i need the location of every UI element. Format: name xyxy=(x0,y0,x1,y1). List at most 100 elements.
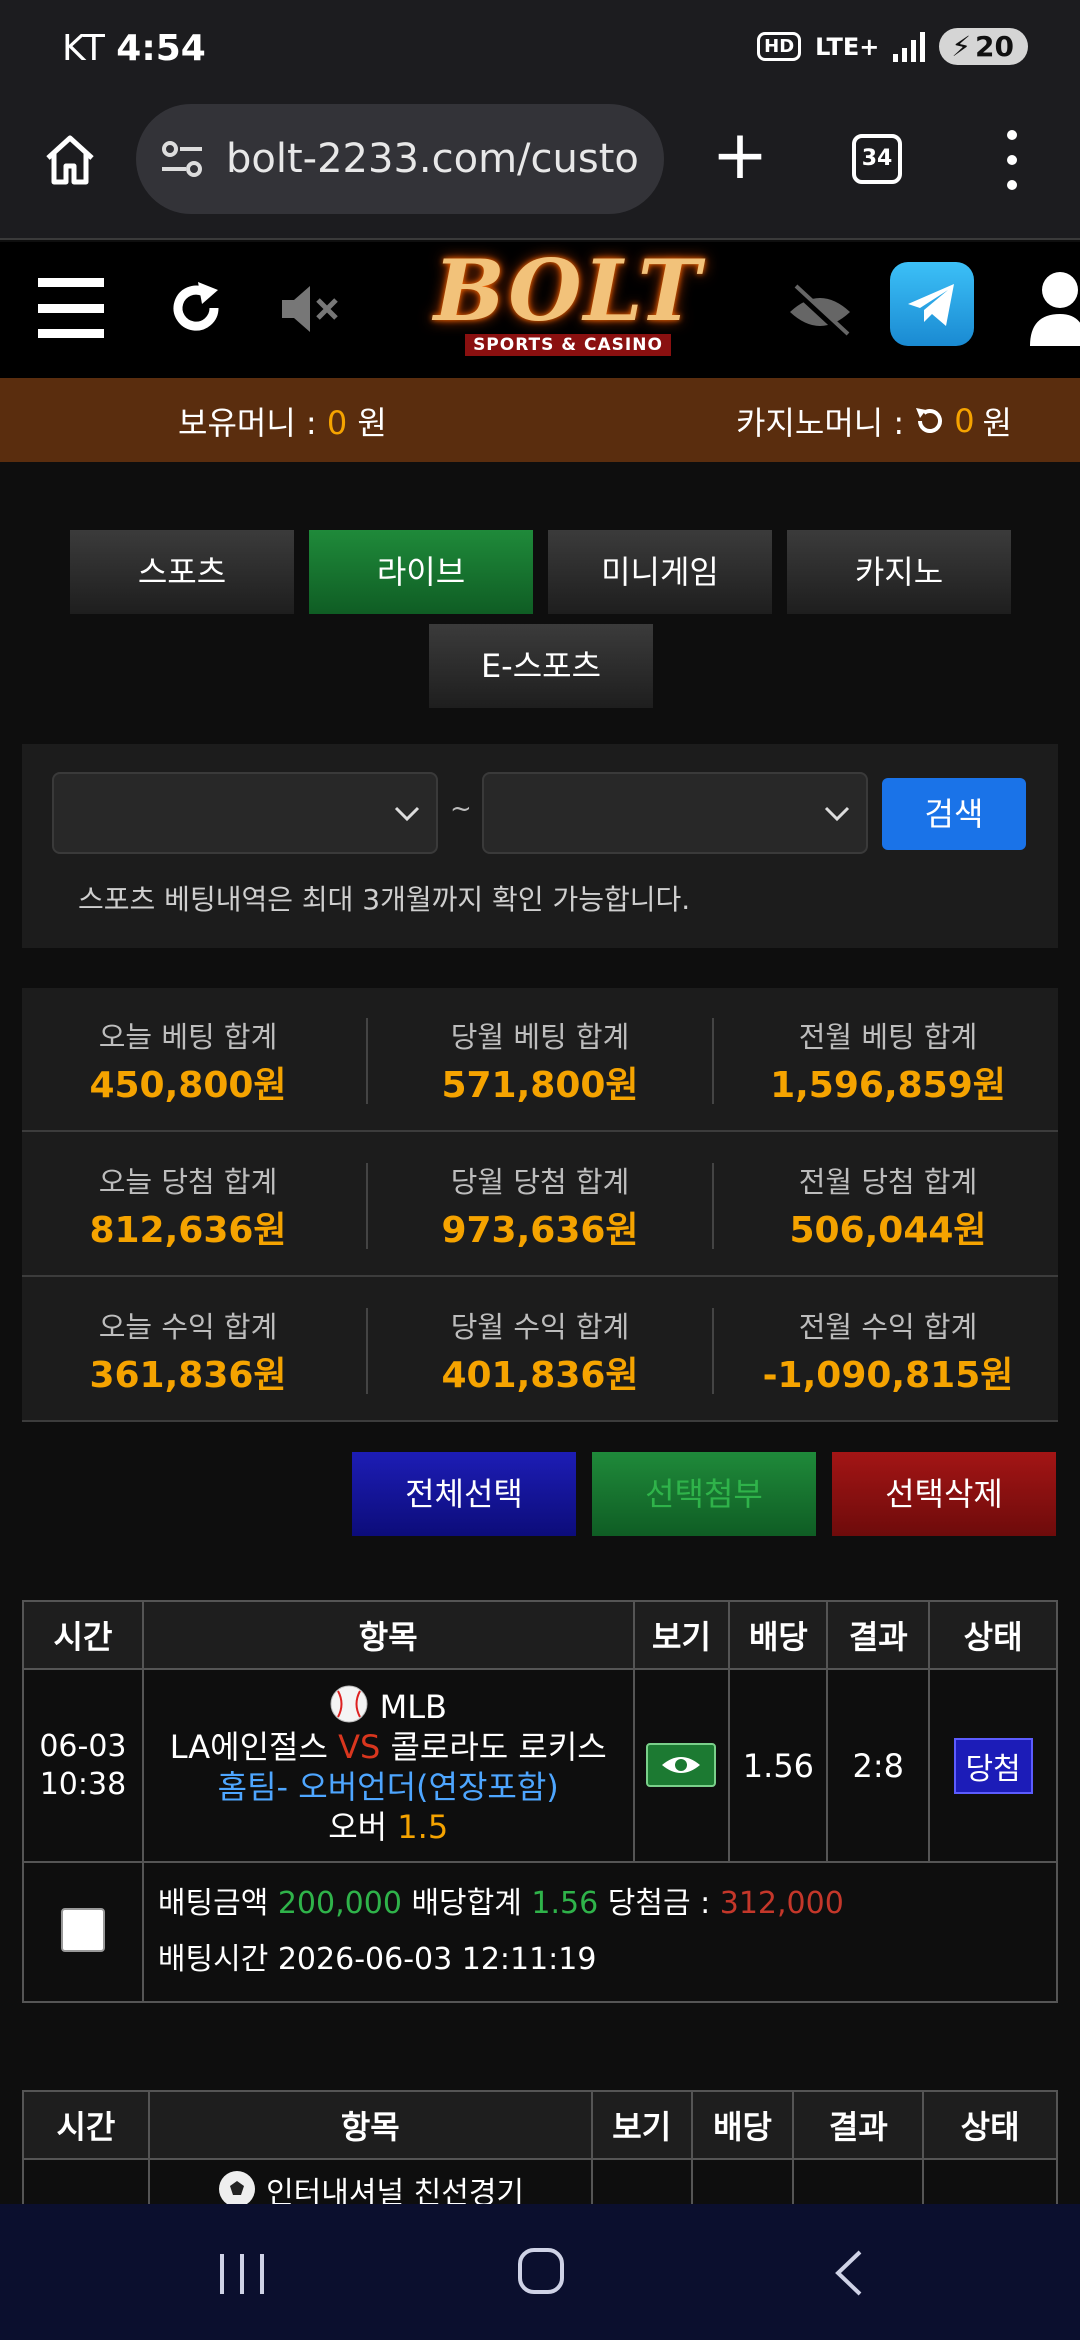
hold-money-label: 보유머니 : xyxy=(178,404,317,442)
chevron-down-icon xyxy=(824,806,850,822)
payout-label: 당첨금 : xyxy=(607,1886,711,1921)
select-all-button[interactable]: 전체선택 xyxy=(352,1452,576,1536)
tab-minigame[interactable]: 미니게임 xyxy=(548,530,772,614)
telegram-icon[interactable] xyxy=(890,262,974,346)
view-button[interactable] xyxy=(646,1742,717,1787)
pick-line-value: 1.5 xyxy=(397,1808,449,1846)
casino-money: 카지노머니 : 0 원 xyxy=(736,398,1012,444)
browser-menu-icon[interactable] xyxy=(1000,130,1024,190)
attach-selected-button[interactable]: 선택첨부 xyxy=(592,1452,816,1536)
league-name: MLB xyxy=(379,1688,447,1726)
search-button[interactable]: 검색 xyxy=(882,778,1026,850)
refresh-icon[interactable] xyxy=(164,276,228,340)
bet-table: 시간 항목 보기 배당 결과 상태 06-03 10:38 MLB LA에인절스… xyxy=(22,1600,1059,2003)
stat-value: 1,596,859원 xyxy=(770,1065,1006,1106)
logo-subtitle: SPORTS & CASINO xyxy=(465,334,671,356)
site-header: BOLT SPORTS & CASINO xyxy=(0,242,1080,378)
casino-money-value: 0 xyxy=(954,402,975,440)
stat-label: 오늘 베팅 합계 xyxy=(98,1020,278,1054)
bet-time-line: 배팅시간 2026-06-03 12:11:19 xyxy=(158,1932,1042,1988)
league-line: MLB xyxy=(144,1684,633,1727)
user-icon[interactable] xyxy=(1026,266,1080,350)
chevron-down-icon xyxy=(394,806,420,822)
stat-cell: 당월 당첨 합계 973,636원 xyxy=(374,1133,706,1277)
status-bar: KT 4:54 HD LTE+ ⚡ 20 xyxy=(0,0,1080,100)
tab-esports[interactable]: E-스포츠 xyxy=(429,624,653,708)
payout-value: 312,000 xyxy=(719,1886,844,1921)
hold-money-value: 0 xyxy=(326,404,348,442)
stat-value: -1,090,815원 xyxy=(762,1355,1014,1396)
site-settings-icon[interactable] xyxy=(158,134,208,184)
bet-time-label: 배팅시간 xyxy=(157,1942,269,1977)
col-odds: 배당 xyxy=(690,2090,795,2160)
sound-muted-icon[interactable] xyxy=(278,282,342,336)
carrier: KT xyxy=(62,28,105,69)
status-carrier-time: KT 4:54 xyxy=(62,28,206,69)
tab-switcher-button[interactable]: 34 xyxy=(852,134,902,184)
bet-date: 06-03 xyxy=(39,1728,127,1764)
odds-cell: 1.56 xyxy=(728,1668,829,1863)
bet-item-cell: MLB LA에인절스 VS 콜로라도 로키스 홈팀- 오버언더(연장포함) 오버… xyxy=(141,1668,635,1863)
col-status: 상태 xyxy=(928,1600,1058,1670)
tab-casino[interactable]: 카지노 xyxy=(787,530,1011,614)
stat-label: 당월 수익 합계 xyxy=(450,1310,630,1344)
home-button-icon[interactable] xyxy=(518,2248,564,2294)
tab-live[interactable]: 라이브 xyxy=(309,530,533,614)
hamburger-menu-icon[interactable] xyxy=(38,278,104,338)
betting-summary: 오늘 베팅 합계 450,800원 당월 베팅 합계 571,800원 전월 베팅 … xyxy=(22,988,1058,1422)
stat-label: 오늘 수익 합계 xyxy=(98,1310,278,1344)
date-search-panel: ~ 검색 스포츠 베팅내역은 최대 3개월까지 확인 가능합니다. xyxy=(22,744,1058,948)
system-navigation-bar xyxy=(0,2204,1080,2340)
total-odds-label: 배당합계 xyxy=(411,1886,522,1921)
bolt-logo[interactable]: BOLT SPORTS & CASINO xyxy=(428,248,708,372)
col-item: 항목 xyxy=(141,1600,635,1670)
logo-text: BOLT xyxy=(433,241,703,340)
stat-label: 당월 당첨 합계 xyxy=(450,1165,630,1199)
stat-value: 973,636원 xyxy=(441,1210,639,1251)
vs-label: VS xyxy=(338,1728,381,1766)
stat-value: 450,800원 xyxy=(89,1065,287,1106)
col-view: 보기 xyxy=(632,1600,731,1670)
bet-amount-line: 배팅금액 200,000 배당합계 1.56 당첨금 : 312,000 xyxy=(158,1876,1042,1932)
stat-label: 당월 베팅 합계 xyxy=(450,1020,630,1054)
delete-selected-button[interactable]: 선택삭제 xyxy=(832,1452,1056,1536)
home-icon[interactable] xyxy=(40,130,100,190)
url-text[interactable]: bolt-2233.com/custo xyxy=(226,136,646,182)
stat-cell: 오늘 베팅 합계 450,800원 xyxy=(22,988,354,1132)
view-cell xyxy=(632,1668,731,1863)
bet-select-checkbox[interactable] xyxy=(60,1908,105,1952)
back-icon[interactable] xyxy=(830,2248,870,2298)
stat-label: 전월 수익 합계 xyxy=(798,1310,978,1344)
pick-line: 오버 1.5 xyxy=(144,1807,633,1847)
stat-cell: 전월 당첨 합계 506,044원 xyxy=(722,1133,1054,1277)
search-note: 스포츠 베팅내역은 최대 3개월까지 확인 가능합니다. xyxy=(78,883,691,916)
bet-time-cell: 06-03 10:38 xyxy=(22,1668,144,1863)
stat-value: 506,044원 xyxy=(789,1210,987,1251)
col-result: 결과 xyxy=(792,2090,925,2160)
stat-label: 전월 베팅 합계 xyxy=(798,1020,978,1054)
end-date-select[interactable] xyxy=(482,772,868,854)
recent-apps-icon[interactable] xyxy=(220,2254,264,2294)
bet-summary-cell: 배팅금액 200,000 배당합계 1.56 당첨금 : 312,000 배팅시… xyxy=(141,1861,1059,2003)
bet-total-row: 오늘 베팅 합계 450,800원 당월 베팅 합계 571,800원 전월 베팅 … xyxy=(22,988,1058,1132)
casino-refresh-icon[interactable] xyxy=(912,404,946,438)
stat-value: 361,836원 xyxy=(89,1355,287,1396)
match-line: LA에인절스 VS 콜로라도 로키스 xyxy=(144,1727,633,1767)
stat-value: 812,636원 xyxy=(89,1210,287,1251)
tab-sports[interactable]: 스포츠 xyxy=(70,530,294,614)
date-range-separator: ~ xyxy=(450,794,472,824)
col-view: 보기 xyxy=(590,2090,693,2160)
start-date-select[interactable] xyxy=(52,772,438,854)
stat-cell: 당월 베팅 합계 571,800원 xyxy=(374,988,706,1132)
result-cell: 2:8 xyxy=(826,1668,931,1863)
baseball-icon xyxy=(330,1685,368,1723)
table-header-row: 시간 항목 보기 배당 결과 상태 xyxy=(22,1600,1058,1670)
eye-icon xyxy=(662,1756,701,1773)
soccer-ball-icon xyxy=(218,2171,255,2207)
address-bar[interactable]: bolt-2233.com/custo xyxy=(136,104,664,214)
chat-off-icon[interactable] xyxy=(784,282,856,340)
new-tab-button[interactable]: + xyxy=(710,122,770,190)
stat-label: 오늘 당첨 합계 xyxy=(98,1165,278,1199)
table-row: 배팅금액 200,000 배당합계 1.56 당첨금 : 312,000 배팅시… xyxy=(22,1861,1059,2003)
table-row: 06-03 10:38 MLB LA에인절스 VS 콜로라도 로키스 홈팀- 오… xyxy=(22,1668,1058,1863)
